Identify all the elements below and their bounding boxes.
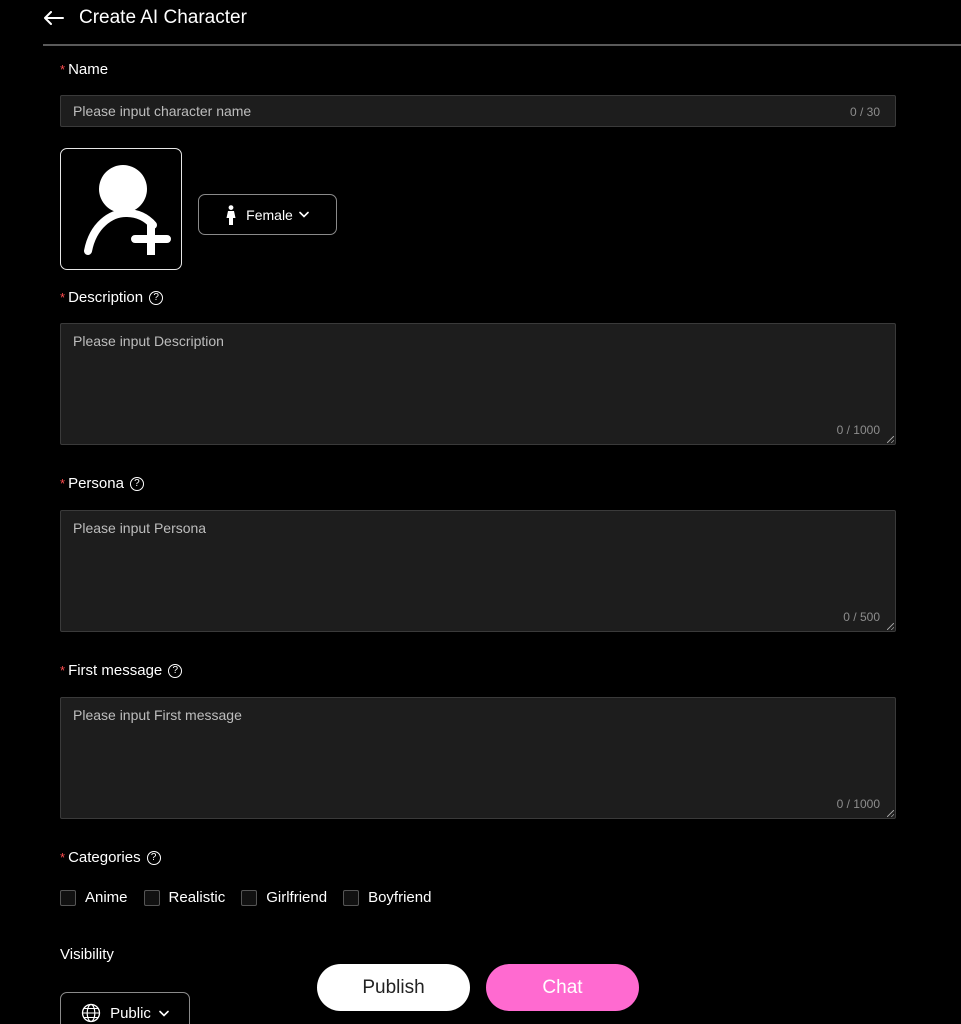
checkbox[interactable] (143, 889, 160, 906)
required-mark: * (60, 62, 66, 77)
category-girlfriend[interactable]: Girlfriend (241, 889, 327, 906)
user-add-icon (84, 165, 171, 255)
resize-handle[interactable] (887, 436, 894, 443)
chat-button[interactable]: Chat (486, 964, 639, 1011)
chevron-down-icon (159, 1010, 169, 1017)
gender-select[interactable]: Female (198, 194, 337, 235)
category-boyfriend[interactable]: Boyfriend (343, 889, 431, 906)
resize-handle[interactable] (887, 623, 894, 630)
visibility-select[interactable]: Public (60, 992, 190, 1024)
description-input[interactable] (61, 324, 895, 444)
name-field: 0 / 30 (60, 95, 896, 127)
required-mark: * (60, 663, 66, 678)
persona-counter: 0 / 500 (843, 610, 880, 624)
required-mark: * (60, 290, 66, 305)
globe-icon (81, 1003, 101, 1023)
question-circle-icon[interactable]: ? (149, 290, 164, 305)
back-button[interactable] (43, 7, 65, 29)
description-field: 0 / 1000 (60, 323, 896, 445)
description-label: * Description ? (60, 289, 164, 306)
chevron-down-icon (299, 211, 309, 218)
question-circle-icon[interactable]: ? (129, 476, 144, 491)
question-circle-icon[interactable]: ? (168, 663, 183, 678)
visibility-selected: Public (110, 1004, 151, 1022)
female-icon (226, 204, 236, 225)
question-circle-icon[interactable]: ? (146, 850, 161, 865)
gender-selected: Female (246, 206, 293, 223)
page-title: Create AI Character (79, 7, 247, 28)
description-label-text: Description (68, 289, 144, 306)
category-label: Anime (85, 889, 128, 906)
resize-handle[interactable] (887, 810, 894, 817)
category-realistic[interactable]: Realistic (143, 889, 226, 906)
description-counter: 0 / 1000 (836, 423, 880, 437)
required-mark: * (60, 476, 66, 491)
first-message-label: * First message ? (60, 662, 183, 679)
arrow-left-icon (44, 11, 64, 25)
category-label: Girlfriend (266, 889, 328, 906)
category-anime[interactable]: Anime (60, 889, 128, 906)
avatar-upload[interactable] (60, 148, 182, 270)
categories-label: * Categories ? (60, 849, 161, 866)
category-label: Realistic (168, 889, 226, 906)
first-message-counter: 0 / 1000 (836, 797, 880, 811)
name-label-text: Name (68, 61, 109, 78)
categories-group: Anime Realistic Girlfriend Boyfriend (60, 889, 447, 906)
name-label: * Name (60, 61, 108, 78)
name-input[interactable] (61, 96, 895, 126)
create-character-page: Create AI Character * Name 0 / 30 Female… (0, 0, 961, 1024)
name-counter: 0 / 30 (849, 105, 880, 119)
category-label: Boyfriend (368, 889, 432, 906)
visibility-label-text: Visibility (60, 946, 114, 963)
persona-label-text: Persona (68, 475, 124, 492)
visibility-label: Visibility (60, 946, 114, 963)
required-mark: * (60, 850, 66, 865)
categories-label-text: Categories (68, 849, 141, 866)
checkbox[interactable] (60, 889, 76, 906)
checkbox[interactable] (343, 889, 360, 906)
first-message-input[interactable] (61, 698, 895, 818)
first-message-field: 0 / 1000 (60, 697, 896, 819)
persona-field: 0 / 500 (60, 510, 896, 632)
first-message-label-text: First message (68, 662, 163, 679)
header: Create AI Character (43, 0, 961, 46)
persona-label: * Persona ? (60, 475, 144, 492)
publish-button[interactable]: Publish (317, 964, 470, 1011)
persona-input[interactable] (61, 511, 895, 631)
checkbox[interactable] (241, 889, 258, 906)
